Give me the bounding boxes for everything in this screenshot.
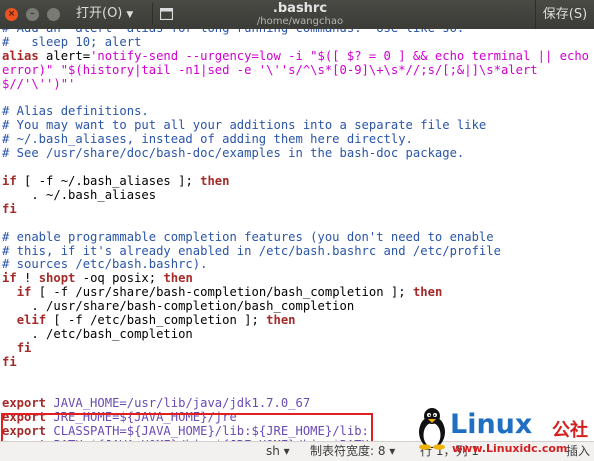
code-token: # this, if it's already enabled in /etc/… [2,243,501,258]
code-token: then [412,285,443,300]
code-line[interactable]: export CLASSPATH=${JAVA_HOME}/lib:${JRE_… [2,424,369,438]
code-token: alert= [38,48,91,63]
code-token: CLASSPATH=${JAVA_HOME}/lib:${JRE_HOME}/l… [46,424,369,439]
code-token: $//'\'')"' [2,76,76,91]
code-token: JAVA_HOME=/usr/lib/java/jdk1.7.0_67 [46,396,311,411]
code-token: error)" "$(history|tail -n1|sed -e '\''s… [2,62,538,77]
code-line[interactable]: . ~/.bash_aliases [2,188,156,202]
code-token: # enable programmable completion feature… [2,229,494,244]
code-token: if [2,173,17,188]
code-line[interactable]: $//'\'')"' [2,77,75,91]
code-token: export [2,424,47,439]
code-line[interactable]: export JAVA_HOME=/usr/lib/java/jdk1.7.0_… [2,396,311,411]
code-token: if [2,271,17,286]
window-title-area: .bashrc /home/wangchao [200,1,400,28]
code-token: fi [2,201,17,216]
code-line[interactable]: export JRE_HOME=${JAVA_HOME}/jre [2,410,237,424]
code-token: export [2,410,47,425]
new-tab-icon [160,8,173,20]
code-token: fi [16,340,32,355]
code-line[interactable]: fi [2,355,17,369]
close-icon[interactable]: × [5,8,18,21]
code-line[interactable]: fi [2,202,17,216]
code-line[interactable]: # Alias definitions. [2,104,149,118]
minimize-icon[interactable]: – [26,8,39,21]
code-token: -oq posix; [75,271,164,286]
code-token: 'notify-send --urgency=low -i "$([ $? = … [90,48,590,63]
code-line[interactable]: fi [2,340,32,355]
window-title: .bashrc [272,1,328,16]
code-token: . /usr/share/bash-completion/bash_comple… [2,299,355,314]
maximize-icon[interactable] [47,8,60,21]
code-line[interactable]: # sources /etc/bash.bashrc). [2,257,207,271]
watermark: Linux 公社 www.Linuxidc.com [414,404,594,460]
code-line[interactable]: elif [ -f /etc/bash_completion ]; then [2,313,296,327]
open-button[interactable]: 打开(O) ▼ [70,3,139,25]
tab-width-selector[interactable]: 制表符宽度: 8 ▾ [310,444,395,459]
code-line[interactable]: # sleep 10; alert [2,35,141,49]
code-token: # sleep 10; alert [2,34,142,49]
code-token: # sources /etc/bash.bashrc). [2,257,208,272]
code-line[interactable]: # ~/.bash_aliases, instead of adding the… [2,132,413,146]
code-line[interactable]: . /usr/share/bash-completion/bash_comple… [2,299,354,313]
code-token: . /etc/bash_completion [2,326,193,341]
code-line[interactable]: # You may want to put all your additions… [2,118,486,132]
save-button[interactable]: 保存(S) [535,0,594,29]
code-line[interactable]: if [ -f ~/.bash_aliases ]; then [2,174,229,188]
code-token: export [2,396,47,411]
code-line[interactable]: # this, if it's already enabled in /etc/… [2,244,501,258]
text-editor[interactable]: # Add an "alert" alias for long running … [0,29,594,441]
header-bar: × – 打开(O) ▼ .bashrc /home/wangchao 保存(S) [0,0,594,30]
watermark-brand-cn: 公社 [552,420,588,441]
chevron-down-icon: ▼ [126,10,134,20]
code-token: # See /usr/share/doc/bash-doc/examples i… [2,146,465,161]
code-token: then [200,173,230,188]
code-token: # Alias definitions. [2,104,149,119]
code-line[interactable]: # enable programmable completion feature… [2,230,494,244]
code-line[interactable]: # See /usr/share/doc/bash-doc/examples i… [2,146,464,160]
code-line[interactable]: error)" "$(history|tail -n1|sed -e '\''s… [2,63,538,77]
language-selector[interactable]: sh ▾ [266,444,290,459]
code-line[interactable]: if [ -f /usr/share/bash-completion/bash_… [2,285,443,300]
window-subtitle: /home/wangchao [256,16,344,27]
code-token: then [163,271,193,286]
code-token: JRE_HOME=${JAVA_HOME}/jre [46,410,237,425]
code-token: alias [2,48,39,63]
code-line[interactable]: if ! shopt -oq posix; then [2,271,193,285]
code-token: fi [2,354,17,369]
watermark-brand: Linux [450,409,533,440]
code-token: # ~/.bash_aliases, instead of adding the… [2,132,413,147]
code-token: then [266,313,296,328]
code-token: [ -f /usr/share/bash-completion/bash_com… [31,285,413,300]
code-token: shopt [38,271,76,286]
code-content[interactable]: # Add an "alert" alias for long running … [2,29,589,441]
code-token: elif [16,313,47,328]
code-token: if [16,285,32,300]
code-token: [ -f /etc/bash_completion ]; [46,313,267,328]
watermark-url: www.Linuxidc.com [452,442,568,455]
code-line[interactable]: alias alert='notify-send --urgency=low -… [2,49,589,63]
code-token: # You may want to put all your additions… [2,118,487,133]
tux-penguin-icon [419,408,445,450]
code-token: [ -f ~/.bash_aliases ]; [16,173,201,188]
code-token: . ~/.bash_aliases [2,187,157,202]
new-tab-button[interactable] [152,3,181,25]
code-token: ! [16,271,39,286]
code-line[interactable]: . /etc/bash_completion [2,326,193,341]
open-button-label: 打开(O) [76,6,123,21]
